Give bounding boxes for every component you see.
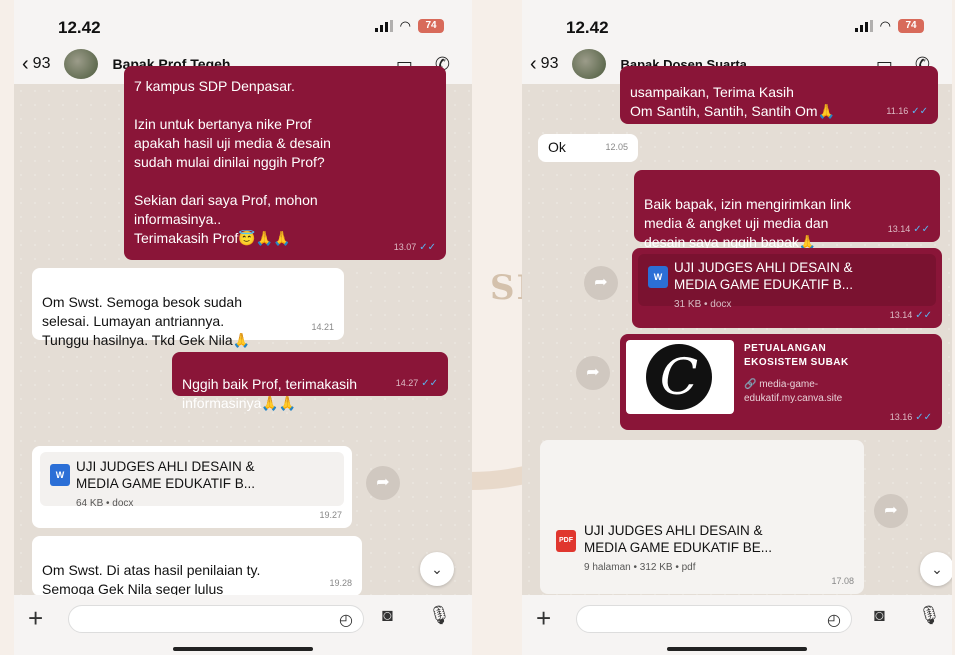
wifi-icon: ◠ [399, 18, 411, 33]
link-thumbnail[interactable]: C [626, 340, 734, 414]
message-text: Ok [548, 139, 566, 155]
message-time: 13.14 ✓✓ [887, 224, 930, 235]
file-name: UJI JUDGES AHLI DESAIN & MEDIA GAME EDUK… [76, 459, 256, 491]
sticker-icon[interactable]: ◴ [827, 610, 841, 630]
back-button[interactable]: ‹ 93 [22, 53, 50, 76]
status-time: 12.42 [566, 18, 609, 37]
message-time: 13.07 ✓✓ [393, 242, 436, 253]
message-text: usampaikan, Terima Kasih Om Santih, Sant… [630, 84, 835, 119]
message-bubble-incoming[interactable]: Om Swst. Di atas hasil penilaian ty. Sem… [32, 536, 362, 596]
status-icons: ◠ 74 [374, 18, 444, 34]
forward-icon[interactable]: ➦ [576, 356, 610, 390]
file-meta: 64 KB • docx [76, 498, 134, 509]
message-text: Om Swst. Semoga besok sudah selesai. Lum… [42, 294, 251, 348]
pdf-icon: PDF [556, 530, 576, 552]
read-ticks-icon: ✓✓ [421, 378, 438, 389]
message-time: 14.21 [311, 322, 334, 332]
unread-count: 93 [32, 55, 51, 72]
signal-icon [854, 20, 873, 32]
right-phone-screen: 12.42 ◠ 74 ‹ 93 Bapak Dosen Suarta... ▭ ✆… [522, 0, 952, 655]
message-bubble-incoming[interactable]: Ok 12.05 [538, 134, 638, 162]
forward-icon[interactable]: ➦ [584, 266, 618, 300]
attach-plus-icon[interactable]: + [28, 603, 43, 634]
message-input[interactable]: ◴ [68, 605, 364, 633]
message-time: 13.14 ✓✓ [889, 310, 932, 321]
avatar[interactable] [572, 49, 607, 79]
message-text: 22 11001091 mahasiswa semester 7 kampus … [134, 59, 351, 246]
microphone-icon[interactable]: 🎙 [428, 605, 451, 626]
camera-icon[interactable]: ◙ [382, 605, 393, 626]
read-ticks-icon: ✓✓ [915, 310, 932, 321]
message-input[interactable]: ◴ [576, 605, 852, 633]
camera-icon[interactable]: ◙ [874, 605, 885, 626]
message-text: Om Swst. Di atas hasil penilaian ty. Sem… [42, 562, 261, 596]
file-message-incoming[interactable]: PDF UJI JUDGES AHLI DESAIN & MEDIA GAME … [540, 440, 864, 594]
unread-count: 93 [540, 55, 559, 72]
file-name: UJI JUDGES AHLI DESAIN & MEDIA GAME EDUK… [584, 523, 773, 555]
read-ticks-icon: ✓✓ [911, 106, 928, 117]
signal-icon [374, 20, 393, 32]
left-phone-screen: 12.42 ◠ 74 ‹ 93 Bapak Prof Tegeh ▭ ✆ 22 1… [14, 0, 472, 655]
link-message-outgoing[interactable]: C PETUALANGAN EKOSISTEM SUBAK 🔗 media-ga… [620, 334, 942, 430]
status-time: 12.42 [58, 18, 101, 37]
message-bubble-incoming[interactable]: Om Swst. Semoga besok sudah selesai. Lum… [32, 268, 344, 348]
link-title: PETUALANGAN EKOSISTEM SUBAK [744, 343, 849, 368]
file-meta: 9 halaman • 312 KB • pdf [584, 562, 696, 573]
home-indicator [173, 647, 313, 651]
file-attachment[interactable]: PDF UJI JUDGES AHLI DESAIN & MEDIA GAME … [548, 516, 856, 573]
canva-logo-icon: C [646, 344, 712, 410]
word-document-icon: W [648, 266, 668, 288]
read-ticks-icon: ✓✓ [419, 242, 436, 253]
compose-bar: + ◴ ◙ 🎙 [14, 595, 472, 655]
attach-plus-icon[interactable]: + [536, 603, 551, 634]
message-time: 14.27 ✓✓ [395, 378, 438, 389]
message-time: 17.08 [831, 576, 854, 586]
message-time: 11.16 ✓✓ [886, 106, 928, 117]
message-time: 19.28 [329, 578, 352, 588]
screenshot-canvas: SH 12.42 ◠ 74 ‹ 93 Bapak Prof Tegeh ▭ ✆ 2… [0, 0, 955, 655]
status-icons: ◠ 74 [854, 18, 924, 34]
back-button[interactable]: ‹ 93 [530, 53, 558, 76]
message-bubble-outgoing[interactable]: usampaikan, Terima Kasih Om Santih, Sant… [620, 66, 938, 124]
message-bubble-outgoing[interactable]: Baik bapak, izin mengirimkan link media … [634, 170, 940, 250]
battery-icon: 74 [418, 19, 444, 33]
battery-icon: 74 [898, 19, 924, 33]
message-time: 12.05 [605, 142, 628, 152]
forward-icon[interactable]: ➦ [874, 494, 908, 528]
status-bar: 12.42 ◠ 74 [522, 0, 952, 44]
file-message-outgoing[interactable]: W UJI JUDGES AHLI DESAIN & MEDIA GAME ED… [632, 248, 942, 328]
file-name: UJI JUDGES AHLI DESAIN & MEDIA GAME EDUK… [674, 260, 854, 292]
file-message-incoming[interactable]: W UJI JUDGES AHLI DESAIN & MEDIA GAME ED… [32, 446, 352, 528]
chevron-left-icon: ‹ [22, 52, 29, 75]
sticker-icon[interactable]: ◴ [339, 610, 353, 630]
word-document-icon: W [50, 464, 70, 486]
chevron-left-icon: ‹ [530, 52, 537, 75]
microphone-icon[interactable]: 🎙 [918, 605, 941, 626]
message-bubble-outgoing[interactable]: 22 11001091 mahasiswa semester 7 kampus … [124, 66, 446, 260]
message-bubble-outgoing[interactable]: Nggih baik Prof, terimakasih informasiny… [172, 352, 448, 411]
file-attachment[interactable]: W UJI JUDGES AHLI DESAIN & MEDIA GAME ED… [638, 254, 936, 310]
read-ticks-icon: ✓✓ [913, 224, 930, 235]
status-bar: 12.42 ◠ 74 [14, 0, 472, 44]
read-ticks-icon: ✓✓ [915, 412, 932, 423]
link-url[interactable]: 🔗 media-game- edukatif.my.canva.site [744, 378, 842, 406]
compose-bar: + ◴ ◙ 🎙 [522, 595, 952, 655]
file-attachment[interactable]: W UJI JUDGES AHLI DESAIN & MEDIA GAME ED… [40, 452, 344, 509]
message-time: 19.27 [319, 510, 342, 520]
scroll-down-button[interactable]: ⌄ [420, 552, 454, 586]
message-time: 13.16 ✓✓ [889, 412, 932, 423]
scroll-down-button[interactable]: ⌄ [920, 552, 952, 586]
forward-icon[interactable]: ➦ [366, 466, 400, 500]
wifi-icon: ◠ [879, 18, 891, 33]
avatar[interactable] [64, 49, 99, 79]
home-indicator [667, 647, 807, 651]
